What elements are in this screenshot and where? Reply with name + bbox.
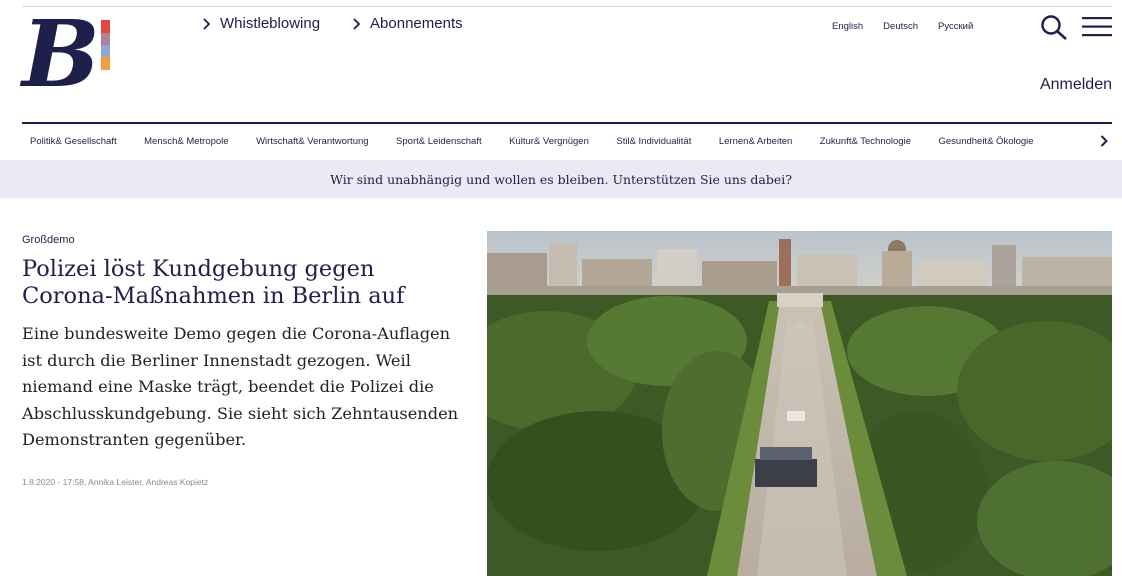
site-logo[interactable]: B [20, 12, 120, 98]
section-stil[interactable]: Stil& Individualität [616, 136, 691, 147]
article-kicker[interactable]: Großdemo [22, 234, 75, 246]
nav-whistleblowing[interactable]: Whistleblowing [202, 15, 320, 32]
lang-deutsch[interactable]: Deutsch [883, 21, 918, 32]
article-hero-image[interactable] [487, 231, 1112, 576]
top-divider [22, 6, 1112, 7]
section-wirtschaft[interactable]: Wirtschaft& Verantwortung [256, 136, 368, 147]
article-headline[interactable]: Polizei löst Kundgebung gegen Corona-Maß… [22, 256, 462, 310]
section-sport[interactable]: Sport& Leidenschaft [396, 136, 482, 147]
header-divider [22, 122, 1112, 124]
section-nav: Politik& Gesellschaft Mensch& Metropole … [30, 135, 1108, 147]
nav-abonnements[interactable]: Abonnements [352, 15, 463, 32]
chevron-right-icon[interactable] [1100, 135, 1108, 147]
logo-letter: B [20, 12, 100, 98]
chevron-right-icon [203, 17, 211, 30]
language-switcher: English Deutsch Русский [832, 21, 973, 32]
section-zukunft[interactable]: Zukunft& Technologie [820, 136, 911, 147]
aerial-photo [487, 231, 1112, 576]
search-icon [1041, 15, 1067, 40]
section-mensch[interactable]: Mensch& Metropole [144, 136, 228, 147]
search-button[interactable] [1040, 14, 1070, 40]
section-lernen[interactable]: Lernen& Arbeiten [719, 136, 792, 147]
section-kultur[interactable]: Kultur& Vergnügen [509, 136, 589, 147]
login-link[interactable]: Anmelden [1040, 76, 1112, 94]
chevron-right-icon [353, 17, 361, 30]
primary-nav: Whistleblowing Abonnements [202, 15, 463, 32]
lang-russian[interactable]: Русский [938, 21, 973, 32]
article-lead: Eine bundesweite Demo gegen die Corona-A… [22, 324, 459, 449]
menu-button[interactable] [1082, 16, 1112, 38]
nav-whistleblowing-label: Whistleblowing [220, 15, 321, 32]
support-banner[interactable]: Wir sind unabhängig und wollen es bleibe… [0, 160, 1122, 198]
hamburger-menu-icon [1082, 17, 1112, 37]
section-gesundheit[interactable]: Gesundheit& Ökologie [938, 136, 1033, 147]
article-meta: 1.8.2020 - 17:58, Annika Leister, Andrea… [22, 477, 209, 487]
lang-english[interactable]: English [832, 21, 863, 32]
nav-abonnements-label: Abonnements [370, 15, 463, 32]
support-banner-text: Wir sind unabhängig und wollen es bleibe… [330, 171, 792, 187]
section-politik[interactable]: Politik& Gesellschaft [30, 136, 117, 147]
